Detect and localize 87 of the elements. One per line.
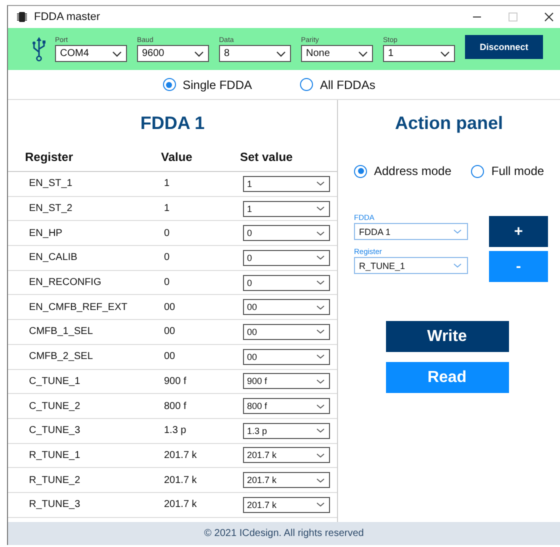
chevron-icon — [112, 50, 122, 56]
column-header: Value — [161, 150, 192, 164]
radio-option[interactable]: Address mode — [354, 164, 452, 178]
register-value: 0 — [164, 228, 170, 239]
register-name: EN_HP — [29, 228, 62, 239]
disconnect-button[interactable]: Disconnect — [465, 35, 543, 59]
set-value-dropdown[interactable]: 201.7 k — [243, 496, 330, 513]
panel-title: Action panel — [394, 112, 504, 135]
panel-title: FDDA 1 — [139, 112, 206, 134]
step-button[interactable]: + — [489, 216, 548, 247]
set-value-dropdown[interactable]: 1.3 p — [243, 422, 330, 439]
register-value: 1 — [164, 203, 170, 214]
chevron-icon — [316, 230, 325, 236]
footer-text: © 2021 ICdesign. All rights reserved — [204, 528, 364, 539]
set-value-dropdown[interactable]: 1 — [243, 200, 330, 217]
chevron-icon — [316, 304, 325, 310]
chevron-icon — [316, 280, 325, 286]
column-header: Set value — [240, 150, 293, 164]
set-value-dropdown[interactable]: 0 — [243, 225, 330, 242]
set-value-dropdown[interactable]: 0 — [243, 250, 330, 266]
register-name: R_TUNE_2 — [29, 474, 80, 486]
set-value-dropdown[interactable]: 00 — [243, 348, 330, 365]
register-name: C_TUNE_2 — [29, 400, 80, 412]
register-value: 800 f — [164, 400, 186, 412]
dropdown[interactable]: R_TUNE_1 — [354, 257, 468, 274]
register-name: C_TUNE_1 — [29, 376, 80, 387]
register-value: 201.7 k — [164, 450, 197, 461]
set-value-dropdown[interactable]: 800 f — [243, 398, 330, 414]
set-value-dropdown[interactable]: 201.7 k — [243, 447, 330, 464]
register-value: 900 f — [164, 376, 186, 387]
chevron-icon — [316, 428, 325, 434]
dropdown[interactable]: 9600 — [137, 45, 209, 62]
register-name: C_TUNE_3 — [29, 425, 80, 436]
register-value: 0 — [164, 277, 170, 288]
register-value: 0 — [164, 252, 170, 264]
register-value: 1 — [164, 178, 170, 190]
window-title: FDDA master — [34, 11, 100, 23]
chevron-icon — [276, 50, 286, 56]
register-name: EN_ST_2 — [29, 203, 72, 214]
dropdown[interactable]: FDDA 1 — [354, 223, 468, 240]
register-value: 00 — [164, 351, 176, 362]
chevron-icon — [316, 452, 325, 458]
set-value-dropdown[interactable]: 1 — [243, 176, 330, 192]
chevron-icon — [316, 478, 325, 483]
chevron-icon — [316, 404, 325, 409]
usb-icon — [32, 36, 46, 62]
chevron-icon — [453, 229, 462, 234]
register-value: 201.7 k — [164, 474, 197, 486]
column-header: Register — [25, 150, 74, 164]
dropdown[interactable]: None — [301, 45, 373, 62]
dropdown[interactable]: COM4 — [55, 45, 127, 62]
chevron-icon — [453, 263, 462, 268]
register-name: EN_ST_1 — [29, 178, 72, 190]
radio-option[interactable]: All FDDAs — [300, 78, 376, 92]
chevron-icon — [316, 329, 325, 334]
register-value: 1.3 p — [164, 425, 186, 436]
write-button[interactable]: Write — [386, 321, 508, 352]
set-value-dropdown[interactable]: 0 — [243, 274, 330, 291]
register-name: R_TUNE_3 — [29, 499, 80, 510]
close-icon[interactable] — [544, 12, 554, 22]
chevron-icon — [440, 50, 450, 56]
set-value-dropdown[interactable]: 201.7 k — [243, 472, 330, 488]
chevron-icon — [316, 354, 325, 360]
register-name: EN_CMFB_REF_EXT — [29, 302, 128, 313]
register-value: 00 — [164, 302, 176, 313]
chip-icon — [16, 11, 28, 23]
chevron-icon — [316, 181, 325, 186]
radio-option[interactable]: Full mode — [471, 164, 544, 178]
chevron-icon — [316, 255, 325, 260]
set-value-dropdown[interactable]: 00 — [243, 299, 330, 316]
radio-option[interactable]: Single FDDA — [162, 78, 252, 92]
set-value-dropdown[interactable]: 00 — [243, 324, 330, 340]
chevron-icon — [316, 206, 325, 212]
register-name: CMFB_2_SEL — [29, 351, 93, 362]
chevron-icon — [316, 378, 325, 384]
chevron-icon — [194, 50, 204, 56]
register-name: EN_RECONFIG — [29, 277, 102, 288]
register-value: 201.7 k — [164, 499, 197, 510]
chevron-icon — [358, 50, 368, 56]
set-value-dropdown[interactable]: 900 f — [243, 373, 330, 390]
dropdown[interactable]: 8 — [219, 45, 291, 62]
register-name: R_TUNE_1 — [29, 450, 80, 461]
register-name: EN_CALIB — [29, 252, 78, 264]
dropdown[interactable]: 1 — [383, 45, 455, 62]
chevron-icon — [316, 502, 325, 508]
register-value: 00 — [164, 326, 176, 338]
register-name: CMFB_1_SEL — [29, 326, 93, 338]
